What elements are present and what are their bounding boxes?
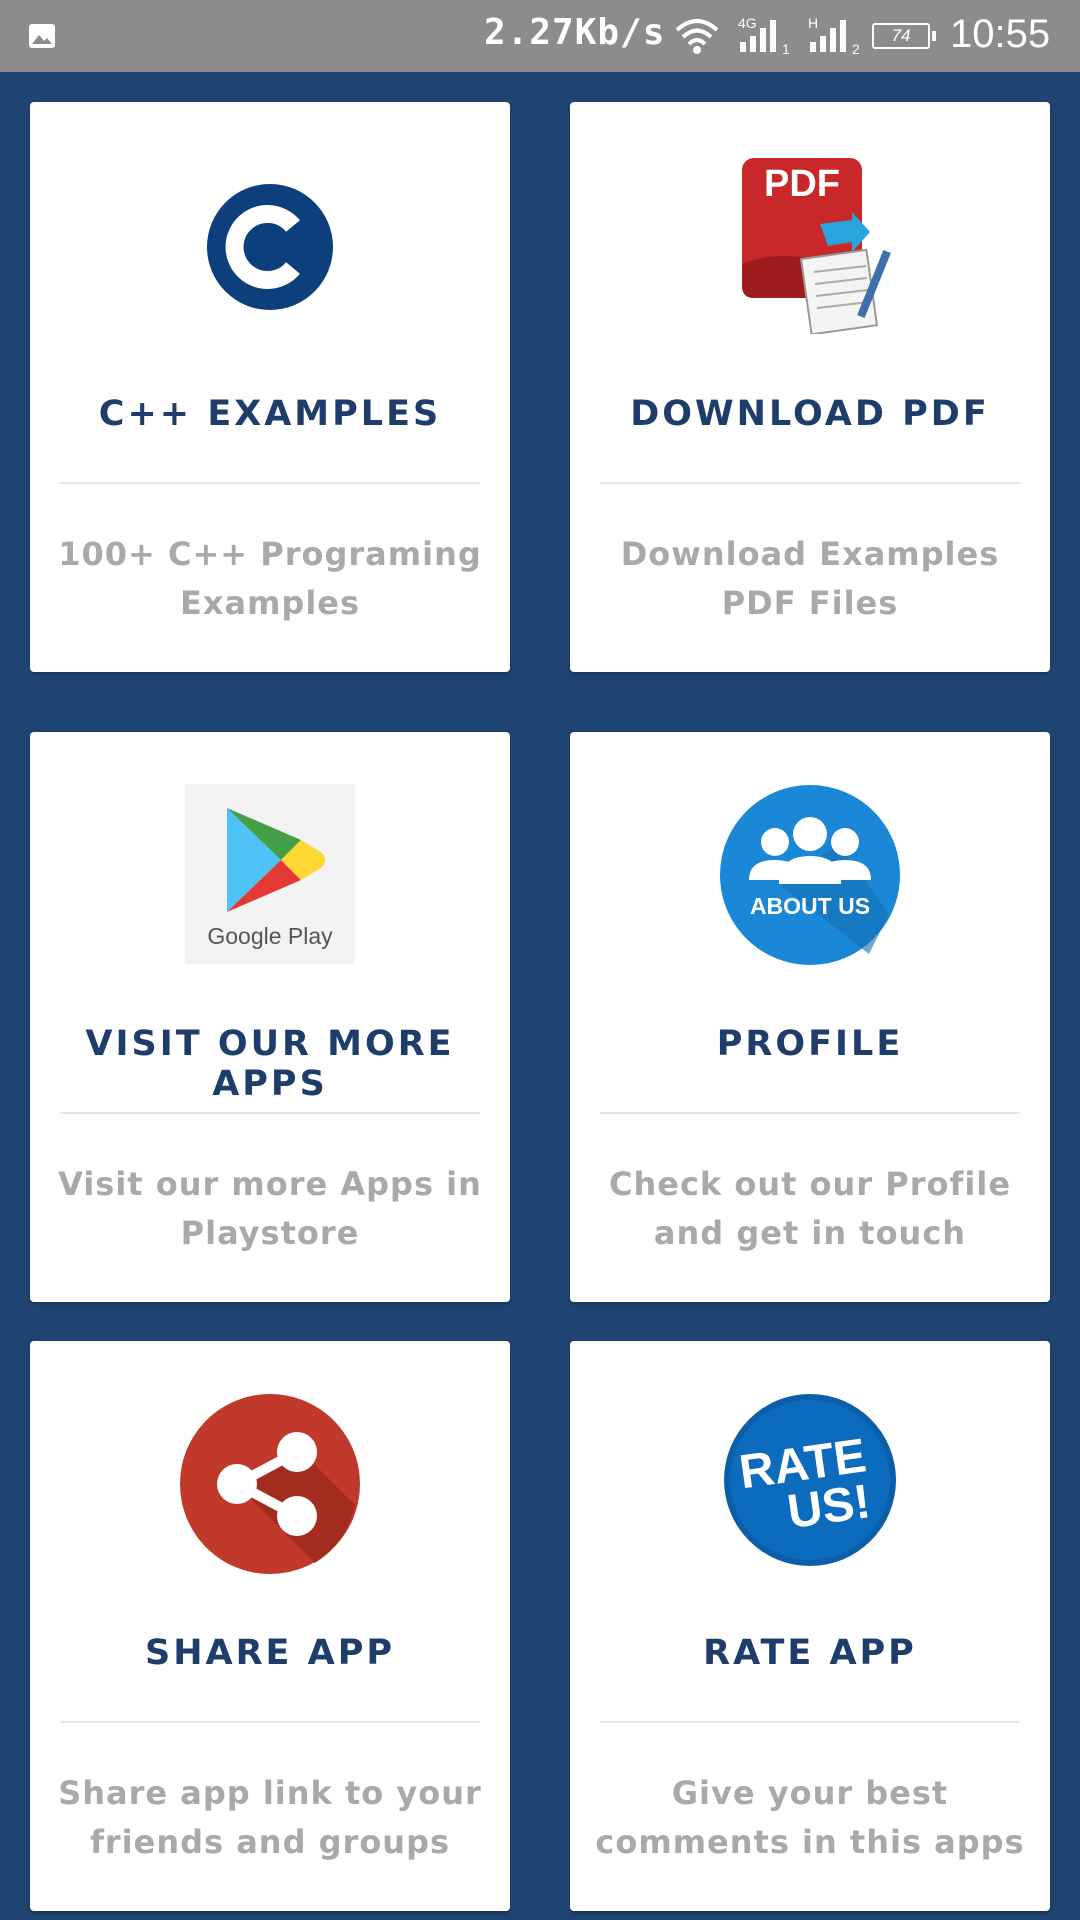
battery-icon: 74 — [872, 23, 936, 49]
card-visit-more-apps[interactable]: Google Play VISIT OUR MORE APPS Visit ou… — [30, 732, 510, 1302]
sim1-label: 4G — [738, 15, 757, 31]
status-bar: 2.27Kb/s 4G 1 H 2 74 10:55 — [0, 0, 1080, 72]
card-title: DOWNLOAD PDF — [630, 394, 990, 434]
network-speed: 2.27Kb/s — [484, 12, 666, 53]
signal-4g-icon: 4G 1 — [738, 15, 790, 57]
pdf-label: PDF — [764, 163, 840, 205]
about-us-icon: ABOUT US — [720, 785, 900, 965]
card-description: 100+ C++ Programing Examples — [58, 535, 482, 622]
card-rate-app[interactable]: RATE US! RATE APP Give your best comment… — [570, 1341, 1050, 1911]
divider — [600, 482, 1020, 484]
wifi-icon — [675, 19, 719, 54]
card-description: Check out our Profile and get in touch — [608, 1165, 1012, 1252]
card-title: C++ EXAMPLES — [98, 394, 442, 434]
card-share-app[interactable]: SHARE APP Share app link to your friends… — [30, 1341, 510, 1911]
clock-time: 10:55 — [950, 12, 1051, 56]
card-description: Visit our more Apps in Playstore — [58, 1165, 482, 1252]
card-download-pdf[interactable]: PDF DOWNLOAD PDF Download Examples PDF F… — [570, 102, 1050, 672]
signal-h-icon: H 2 — [808, 15, 860, 57]
card-title: RATE APP — [703, 1633, 917, 1673]
card-cpp-examples[interactable]: C++ EXAMPLES 100+ C++ Programing Example… — [30, 102, 510, 672]
card-profile[interactable]: ABOUT US PROFILE Check out our Profile a… — [570, 732, 1050, 1302]
divider — [60, 482, 480, 484]
card-description: Share app link to your friends and group… — [58, 1774, 482, 1861]
card-title: PROFILE — [716, 1024, 904, 1064]
card-title: VISIT OUR MORE APPS — [85, 1024, 455, 1104]
card-description: Download Examples PDF Files — [620, 535, 1000, 622]
sim2-label: H — [808, 15, 818, 31]
svg-text:2: 2 — [852, 41, 860, 57]
divider — [600, 1112, 1020, 1114]
divider — [60, 1721, 480, 1723]
share-icon — [180, 1394, 360, 1574]
gallery-notification-icon — [29, 24, 55, 48]
card-title: SHARE APP — [144, 1633, 396, 1673]
rate-us-icon: RATE US! — [724, 1394, 896, 1566]
divider — [60, 1112, 480, 1114]
pdf-document-icon: PDF — [742, 158, 891, 334]
svg-text:1: 1 — [782, 41, 790, 57]
c-letter-icon — [207, 184, 333, 310]
google-play-icon: Google Play — [185, 784, 355, 964]
about-us-label: ABOUT US — [750, 893, 870, 919]
google-play-label: Google Play — [207, 923, 333, 949]
card-description: Give your best comments in this apps — [595, 1774, 1025, 1861]
divider — [600, 1721, 1020, 1723]
